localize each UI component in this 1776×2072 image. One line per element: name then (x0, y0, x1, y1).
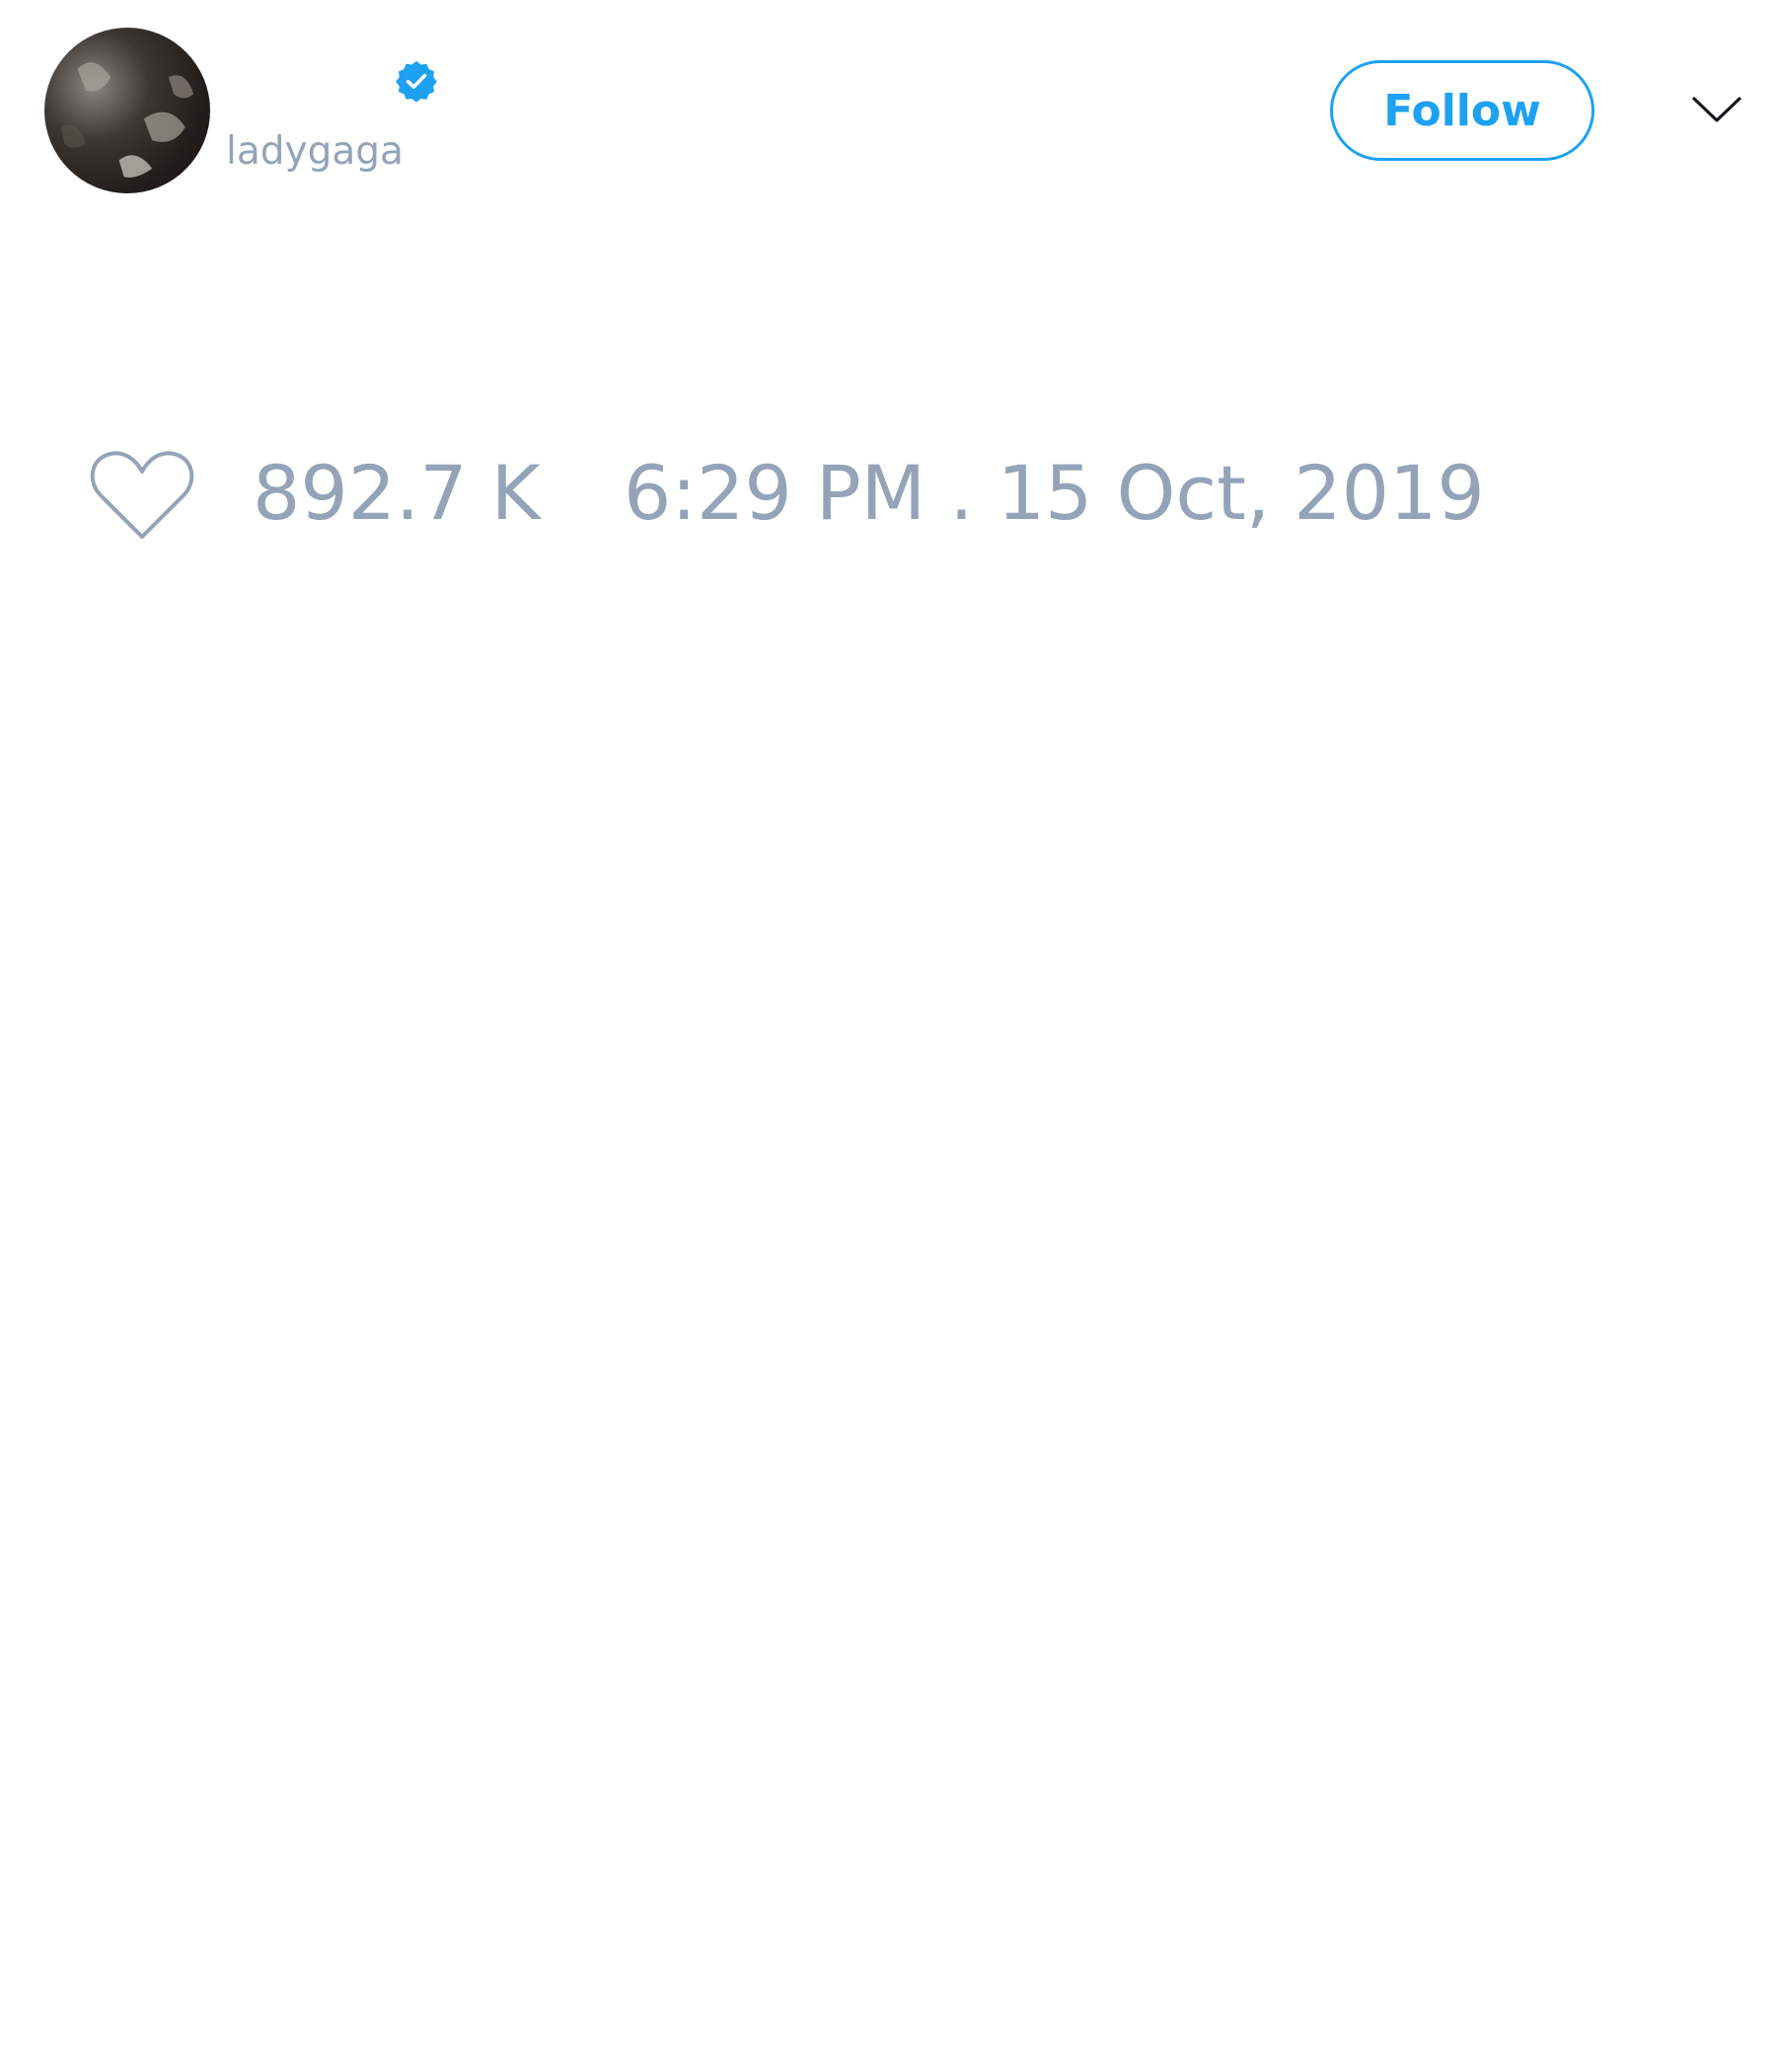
chevron-down-icon[interactable] (1689, 87, 1744, 132)
tweet-timestamp[interactable]: 6:29 PM . 15 Oct, 2019 (624, 449, 1485, 538)
display-name[interactable] (226, 55, 384, 99)
like-count: 892.7 K (253, 449, 541, 537)
avatar[interactable] (44, 28, 210, 193)
author-handle[interactable]: ladygaga (226, 126, 404, 178)
heart-icon[interactable] (89, 446, 195, 545)
follow-button[interactable]: Follow (1330, 60, 1594, 161)
verified-badge-icon (394, 58, 439, 104)
